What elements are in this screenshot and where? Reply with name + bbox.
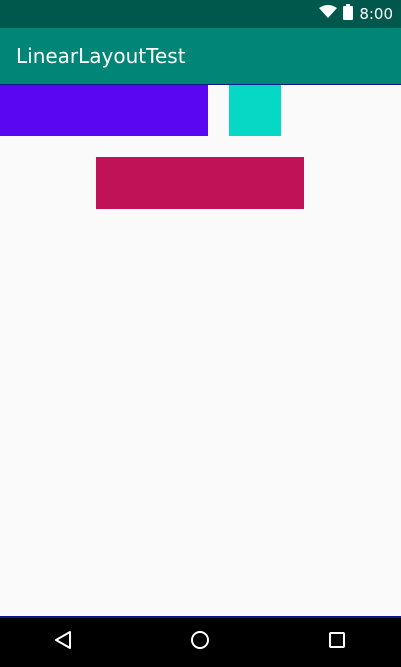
home-button[interactable] (170, 618, 230, 667)
teal-block (229, 85, 281, 136)
back-button[interactable] (33, 618, 93, 667)
magenta-block (96, 157, 304, 209)
recents-button[interactable] (307, 618, 367, 667)
navigation-bar (0, 616, 401, 667)
content-area (0, 85, 401, 616)
wifi-icon (319, 4, 338, 24)
battery-icon (343, 3, 354, 25)
app-bar: LinearLayoutTest (0, 28, 401, 84)
status-bar: 8:00 (0, 0, 401, 28)
status-time: 8:00 (359, 5, 393, 23)
home-icon (190, 630, 210, 655)
status-icons: 8:00 (319, 0, 393, 28)
app-title: LinearLayoutTest (16, 44, 186, 68)
purple-block (0, 85, 208, 136)
recents-icon (328, 631, 346, 654)
back-icon (54, 630, 72, 655)
